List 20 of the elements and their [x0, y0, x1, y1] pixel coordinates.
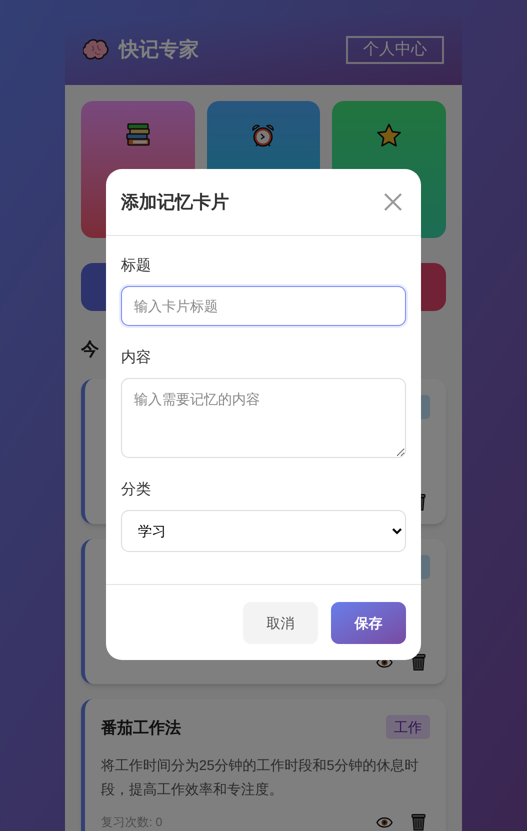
card-tag: 工作: [386, 715, 430, 739]
modal-title: 添加记忆卡片: [121, 190, 229, 214]
app-title: 快记专家: [119, 38, 199, 63]
card-description: 将工作时间分为25分钟的工作时段和5分钟的休息时段，提高工作效率和专注度。: [101, 756, 420, 799]
close-icon[interactable]: [384, 193, 402, 211]
field-label: 标题: [121, 256, 152, 276]
trash-icon[interactable]: [411, 653, 426, 671]
content-textarea[interactable]: 输入需要记忆的内容: [121, 378, 406, 458]
save-button[interactable]: 保存: [331, 602, 406, 644]
field-label: 分类: [121, 480, 152, 500]
section-title: 今: [81, 338, 99, 361]
card-title: 番茄工作法: [101, 718, 181, 739]
cancel-button[interactable]: 取消: [243, 602, 318, 644]
category-select[interactable]: 学习: [121, 510, 406, 552]
alarm-clock-icon: [250, 123, 276, 149]
title-input[interactable]: 输入卡片标题: [121, 286, 406, 326]
star-icon: [376, 123, 402, 148]
books-icon: [124, 123, 151, 147]
brain-icon: [83, 39, 109, 61]
field-label: 内容: [121, 348, 152, 368]
